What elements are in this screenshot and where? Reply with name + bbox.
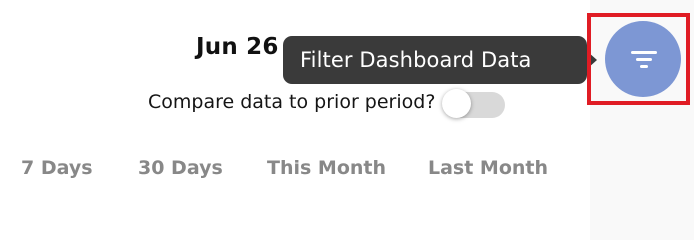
filter-button[interactable] bbox=[605, 21, 681, 97]
filter-icon-line bbox=[636, 58, 652, 61]
filter-icon bbox=[631, 51, 657, 69]
dashboard-page: Jun 26 Compare data to prior period? 7 D… bbox=[0, 0, 694, 240]
tab-30-days[interactable]: 30 Days bbox=[138, 157, 223, 179]
compare-row: Compare data to prior period? bbox=[148, 86, 506, 118]
date-title: Jun 26 bbox=[196, 34, 279, 60]
compare-label: Compare data to prior period? bbox=[148, 91, 436, 113]
filter-tooltip: Filter Dashboard Data bbox=[283, 36, 587, 84]
filter-icon-line bbox=[631, 51, 657, 54]
filter-icon-line bbox=[640, 65, 648, 68]
tab-last-month[interactable]: Last Month bbox=[428, 157, 548, 179]
tab-this-month[interactable]: This Month bbox=[267, 157, 386, 179]
compare-toggle[interactable] bbox=[442, 86, 506, 118]
tab-7-days[interactable]: 7 Days bbox=[21, 157, 93, 179]
